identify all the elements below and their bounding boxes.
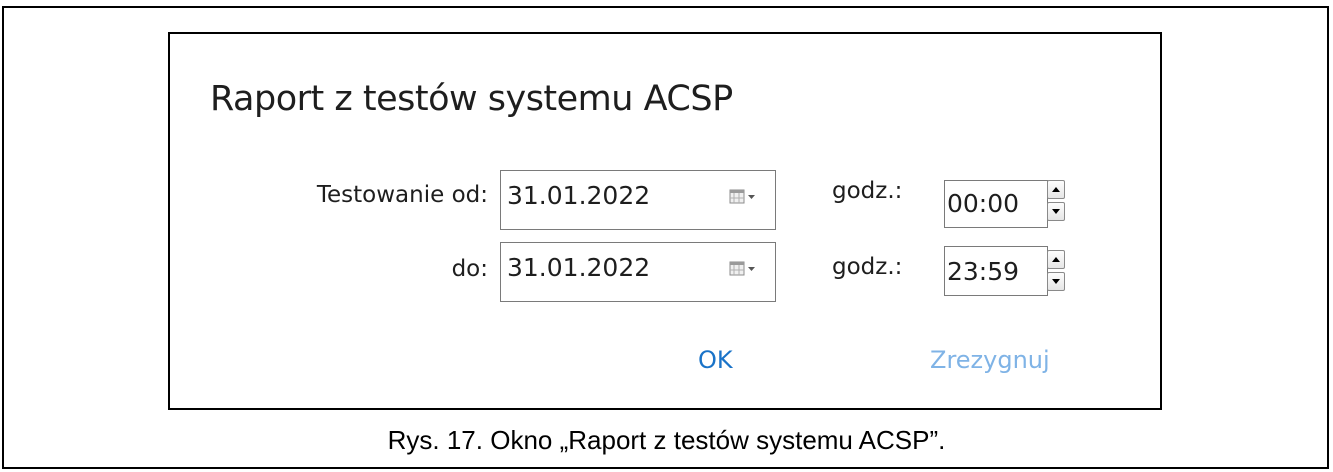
cancel-button[interactable]: Zrezygnuj bbox=[930, 346, 1050, 374]
to-time-spinner[interactable] bbox=[1047, 250, 1065, 294]
to-time-value: 23:59 bbox=[947, 257, 1020, 286]
to-date-value: 31.01.2022 bbox=[507, 253, 651, 282]
figure-caption: Rys. 17. Okno „Raport z testów systemu A… bbox=[387, 425, 946, 455]
to-label: do: bbox=[451, 256, 488, 282]
calendar-dropdown-icon[interactable] bbox=[729, 260, 757, 278]
from-time-input[interactable]: 00:00 bbox=[944, 180, 1048, 228]
to-date-picker[interactable]: 31.01.2022 bbox=[500, 242, 776, 302]
from-time-value: 00:00 bbox=[947, 189, 1020, 218]
to-time-input[interactable]: 23:59 bbox=[944, 246, 1048, 296]
spin-down-icon[interactable] bbox=[1047, 202, 1065, 221]
spin-up-icon[interactable] bbox=[1047, 180, 1065, 199]
from-label: Testowanie od: bbox=[316, 182, 488, 208]
from-time-label: godz.: bbox=[832, 178, 903, 204]
from-date-picker[interactable]: 31.01.2022 bbox=[500, 170, 776, 230]
from-date-value: 31.01.2022 bbox=[507, 181, 651, 210]
spin-up-icon[interactable] bbox=[1047, 250, 1065, 269]
calendar-dropdown-icon[interactable] bbox=[729, 188, 757, 206]
spin-down-icon[interactable] bbox=[1047, 272, 1065, 291]
ok-button[interactable]: OK bbox=[698, 346, 733, 374]
to-time-label: godz.: bbox=[832, 254, 903, 280]
from-time-spinner[interactable] bbox=[1047, 180, 1065, 224]
dialog-title: Raport z testów systemu ACSP bbox=[210, 79, 733, 119]
report-dialog: Raport z testów systemu ACSP Testowanie … bbox=[168, 32, 1162, 410]
